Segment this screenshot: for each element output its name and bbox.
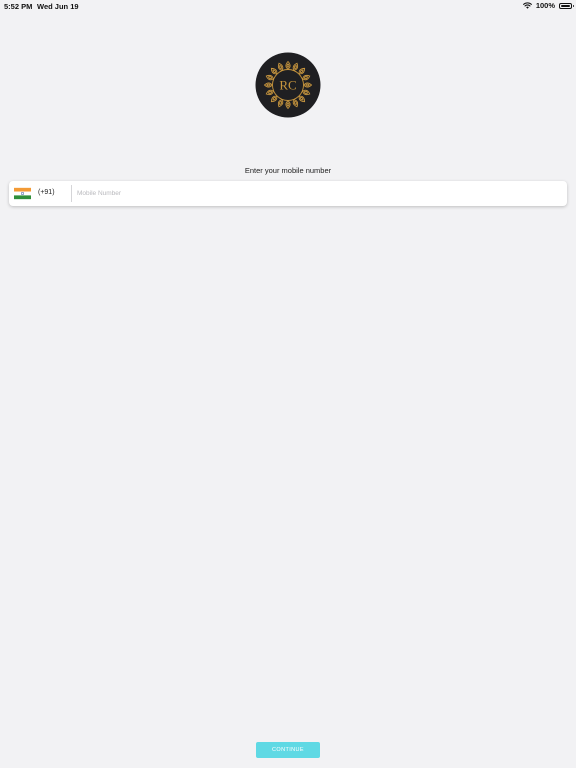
continue-button[interactable]: CONTINUE xyxy=(256,742,320,758)
india-flag-icon[interactable] xyxy=(14,187,31,200)
status-indicators: 100% xyxy=(522,1,574,10)
field-divider xyxy=(71,185,72,202)
battery-full-icon xyxy=(559,2,574,9)
country-code[interactable]: (+91) xyxy=(38,189,55,196)
mobile-number-field: (+91) xyxy=(9,181,567,206)
rc-logo: RC xyxy=(255,52,321,118)
logo-monogram: RC xyxy=(279,78,296,93)
status-time: 5:52 PM xyxy=(4,2,33,11)
status-date: Wed Jun 19 xyxy=(37,2,79,11)
mobile-number-prompt: Enter your mobile number xyxy=(244,166,332,175)
login-screen: 5:52 PM Wed Jun 19 100% RC Enter your mo… xyxy=(0,0,576,768)
wifi-icon xyxy=(522,2,532,9)
mobile-number-input[interactable] xyxy=(75,186,559,201)
battery-percent: 100% xyxy=(535,1,555,10)
status-bar: 5:52 PM Wed Jun 19 100% xyxy=(0,0,576,12)
